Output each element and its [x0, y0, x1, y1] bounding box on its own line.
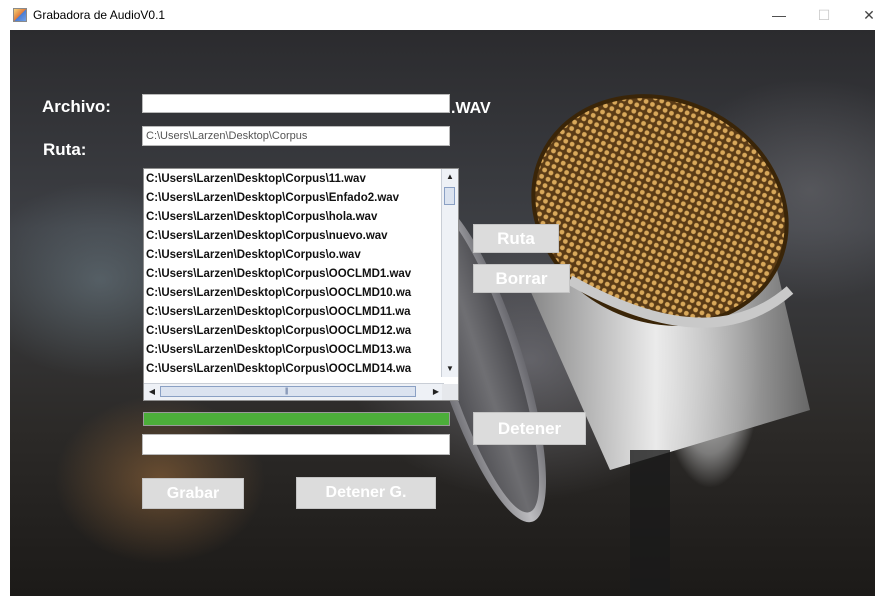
scroll-right-icon[interactable]: ▶	[430, 385, 442, 399]
horizontal-scrollbar[interactable]: ◀ ||| ▶	[144, 383, 444, 400]
file-list-items: C:\Users\Larzen\Desktop\Corpus\11.wav C:\…	[144, 170, 444, 378]
ruta-label: Ruta:	[43, 140, 87, 159]
list-item[interactable]: C:\Users\Larzen\Desktop\Corpus\OOCLMD14.…	[144, 360, 444, 378]
window-title: Grabadora de AudioV0.1	[33, 8, 166, 22]
wav-extension-label: .WAV	[451, 100, 491, 117]
list-item[interactable]: C:\Users\Larzen\Desktop\Corpus\OOCLMD12.…	[144, 322, 444, 341]
list-item[interactable]: C:\Users\Larzen\Desktop\Corpus\nuevo.wav	[144, 227, 444, 246]
progress-bar-fill	[144, 413, 449, 425]
scroll-left-icon[interactable]: ◀	[146, 385, 158, 399]
borrar-button[interactable]: Borrar	[473, 264, 570, 293]
list-item[interactable]: C:\Users\Larzen\Desktop\Corpus\OOCLMD1.w…	[144, 265, 444, 284]
list-item[interactable]: C:\Users\Larzen\Desktop\Corpus\hola.wav	[144, 208, 444, 227]
minimize-button[interactable]: —	[768, 4, 790, 26]
scroll-grip-icon: |||	[285, 388, 289, 395]
status-field[interactable]	[142, 434, 450, 455]
list-item[interactable]: C:\Users\Larzen\Desktop\Corpus\OOCLMD10.…	[144, 284, 444, 303]
list-item[interactable]: C:\Users\Larzen\Desktop\Corpus\o.wav	[144, 246, 444, 265]
scroll-up-icon[interactable]: ▲	[443, 170, 457, 184]
archivo-label: Archivo:	[42, 97, 111, 116]
list-item[interactable]: C:\Users\Larzen\Desktop\Corpus\OOCLMD11.…	[144, 303, 444, 322]
ruta-input[interactable]: C:\Users\Larzen\Desktop\Corpus	[142, 126, 450, 146]
vertical-scroll-thumb[interactable]	[444, 187, 455, 205]
horizontal-scroll-thumb[interactable]: |||	[160, 386, 416, 397]
detener-g-button[interactable]: Detener G.	[296, 477, 436, 509]
list-item[interactable]: C:\Users\Larzen\Desktop\Corpus\OOCLMD13.…	[144, 341, 444, 360]
ruta-button[interactable]: Ruta	[473, 224, 559, 253]
close-button[interactable]: ✕	[858, 4, 875, 26]
recording-progress-bar	[143, 412, 450, 426]
maximize-button[interactable]: ☐	[813, 4, 835, 26]
archivo-input[interactable]	[142, 94, 450, 113]
grabar-button[interactable]: Grabar	[142, 478, 244, 509]
scrollbar-corner	[442, 384, 458, 400]
java-app-icon	[13, 8, 27, 22]
vertical-scrollbar[interactable]: ▲ ▼	[441, 169, 458, 377]
title-bar: Grabadora de AudioV0.1 — ☐ ✕	[0, 0, 875, 30]
detener-button[interactable]: Detener	[473, 412, 586, 445]
list-item[interactable]: C:\Users\Larzen\Desktop\Corpus\Enfado2.w…	[144, 189, 444, 208]
list-item[interactable]: C:\Users\Larzen\Desktop\Corpus\11.wav	[144, 170, 444, 189]
scroll-down-icon[interactable]: ▼	[443, 362, 457, 376]
file-list[interactable]: C:\Users\Larzen\Desktop\Corpus\11.wav C:\…	[143, 168, 459, 401]
